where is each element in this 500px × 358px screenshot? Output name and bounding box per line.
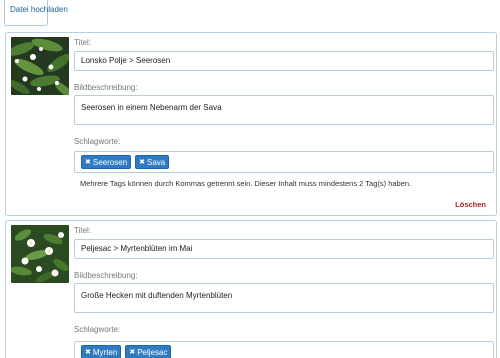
upload-file-button[interactable]: Datei hochladen bbox=[4, 0, 68, 26]
tag-label: Myrten bbox=[92, 347, 118, 357]
close-icon[interactable]: ✖ bbox=[129, 349, 135, 356]
description-label: Bildbeschreibung: bbox=[74, 83, 138, 92]
description-textarea[interactable]: Seerosen in einem Nebenarm der Sava bbox=[74, 95, 494, 125]
title-input[interactable]: Peljesac > Myrtenblüten im Mai bbox=[74, 239, 494, 259]
tag-chip[interactable]: ✖ Peljesac bbox=[125, 345, 172, 358]
description-textarea[interactable]: Große Hecken mit duftenden Myrtenblüten bbox=[74, 283, 494, 313]
tags-label: Schlagworte: bbox=[74, 137, 121, 146]
media-item-card: Titel: Lonsko Polje > Seerosen Bildbesch… bbox=[5, 32, 497, 216]
image-thumbnail-myrtle[interactable] bbox=[11, 225, 69, 283]
tag-chip[interactable]: ✖ Sava bbox=[135, 155, 170, 169]
tags-label: Schlagworte: bbox=[74, 325, 121, 334]
tag-label: Sava bbox=[147, 157, 166, 167]
close-icon[interactable]: ✖ bbox=[85, 349, 91, 356]
title-input[interactable]: Lonsko Polje > Seerosen bbox=[74, 51, 494, 71]
media-item-card: Titel: Peljesac > Myrtenblüten im Mai Bi… bbox=[5, 220, 497, 358]
tag-chip[interactable]: ✖ Seerosen bbox=[81, 155, 132, 169]
close-icon[interactable]: ✖ bbox=[85, 159, 91, 166]
delete-link[interactable]: Löschen bbox=[455, 200, 486, 209]
tag-label: Peljesac bbox=[137, 347, 168, 357]
close-icon[interactable]: ✖ bbox=[139, 159, 145, 166]
tags-input[interactable]: ✖ Seerosen ✖ Sava bbox=[74, 151, 494, 173]
title-label: Titel: bbox=[74, 38, 92, 47]
tag-chip[interactable]: ✖ Myrten bbox=[81, 345, 122, 358]
tags-input[interactable]: ✖ Myrten ✖ Peljesac bbox=[74, 341, 494, 358]
image-thumbnail-waterlilies[interactable] bbox=[11, 37, 69, 95]
title-label: Titel: bbox=[74, 226, 92, 235]
description-label: Bildbeschreibung: bbox=[74, 271, 138, 280]
tag-label: Seerosen bbox=[92, 157, 128, 167]
tags-hint-text: Mehrere Tags können durch Kommas getrenn… bbox=[80, 179, 412, 188]
